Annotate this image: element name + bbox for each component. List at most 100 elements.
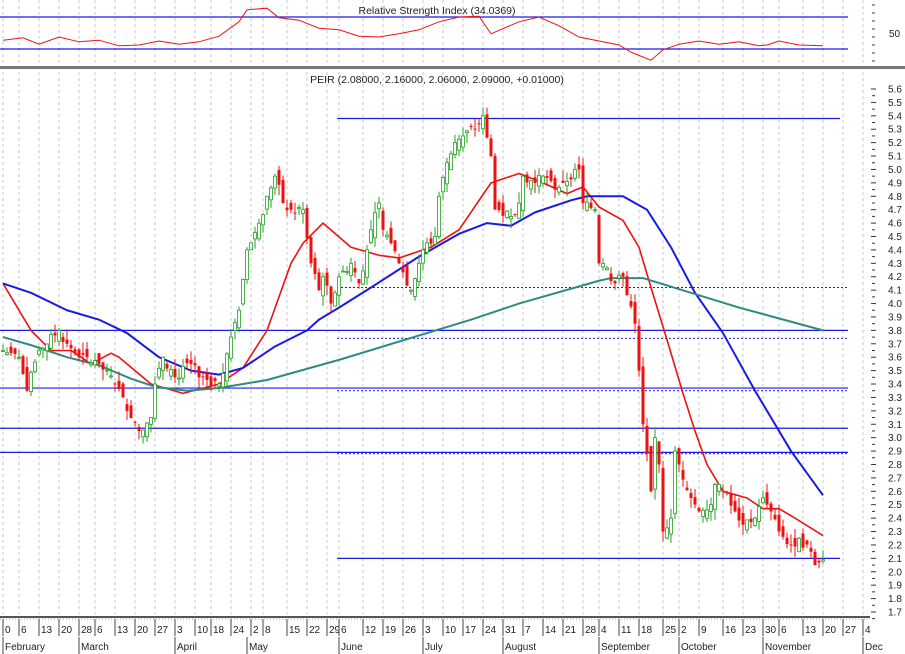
candle-body bbox=[545, 176, 549, 178]
candle-body bbox=[17, 356, 21, 359]
candle-body bbox=[445, 162, 449, 185]
candle-body bbox=[305, 207, 309, 239]
candle-body bbox=[281, 179, 285, 203]
candle-body bbox=[293, 212, 297, 214]
candle-body bbox=[373, 212, 377, 239]
candle-body bbox=[629, 301, 633, 307]
candle-body bbox=[113, 383, 117, 385]
candle-body bbox=[25, 367, 29, 391]
candle-body bbox=[401, 267, 405, 273]
candle-body bbox=[617, 274, 621, 279]
candle-body bbox=[45, 343, 49, 352]
candle-body bbox=[357, 279, 361, 284]
candle-body bbox=[533, 177, 537, 183]
date-tick-label: 27 bbox=[157, 625, 169, 636]
candle-body bbox=[769, 503, 773, 512]
date-tick-label: 23 bbox=[745, 625, 757, 636]
date-tick-label: 2 bbox=[681, 625, 687, 636]
candle-body bbox=[341, 270, 345, 273]
candle-body bbox=[365, 249, 369, 278]
date-tick-label: 3 bbox=[177, 625, 183, 636]
date-tick-label: 4 bbox=[865, 625, 871, 636]
candle-body bbox=[385, 234, 389, 238]
candle-body bbox=[649, 446, 653, 492]
price-tick-label: 2.4 bbox=[888, 514, 902, 525]
candle-body bbox=[213, 378, 217, 381]
candle-body bbox=[745, 519, 749, 531]
price-tick-label: 2.9 bbox=[888, 447, 902, 458]
candle-body bbox=[73, 349, 77, 354]
candle-body bbox=[641, 366, 645, 425]
candle-body bbox=[413, 278, 417, 297]
candle-body bbox=[273, 175, 277, 189]
rsi-title: Relative Strength Index (34.0369) bbox=[358, 5, 515, 17]
candle-body bbox=[29, 372, 33, 393]
candle-body bbox=[541, 175, 545, 184]
candle-body bbox=[41, 347, 45, 351]
candle-body bbox=[189, 359, 193, 364]
candle-body bbox=[581, 165, 585, 203]
candle-body bbox=[593, 209, 597, 212]
candle-body bbox=[313, 258, 317, 275]
price-tick-label: 5.6 bbox=[888, 85, 902, 96]
candle-body bbox=[721, 490, 725, 492]
month-label: September bbox=[601, 642, 651, 653]
candle-body bbox=[53, 332, 57, 336]
candle-body bbox=[257, 222, 261, 240]
candle-body bbox=[297, 207, 301, 210]
candle-body bbox=[709, 504, 713, 512]
price-tick-label: 4.9 bbox=[888, 178, 902, 189]
date-tick-label: 22 bbox=[309, 625, 321, 636]
candle-body bbox=[157, 367, 161, 378]
candle-body bbox=[669, 517, 673, 535]
candle-body bbox=[277, 169, 281, 185]
candle-body bbox=[185, 358, 189, 364]
candle-body bbox=[793, 537, 797, 547]
candle-body bbox=[65, 339, 69, 344]
date-tick-label: 4 bbox=[601, 625, 607, 636]
month-label: Dec bbox=[865, 642, 883, 653]
candle-body bbox=[621, 273, 625, 277]
candle-body bbox=[461, 135, 465, 148]
price-tick-label: 1.9 bbox=[888, 581, 902, 592]
candle-body bbox=[289, 202, 293, 210]
candle-body bbox=[421, 249, 425, 264]
date-tick-label: 28 bbox=[81, 625, 93, 636]
candle-body bbox=[497, 201, 501, 211]
price-tick-label: 4.5 bbox=[888, 232, 902, 243]
candle-body bbox=[225, 353, 229, 382]
candle-body bbox=[717, 484, 721, 492]
candle-body bbox=[553, 178, 557, 190]
candle-body bbox=[125, 404, 129, 411]
candle-body bbox=[265, 195, 269, 210]
candle-body bbox=[1, 350, 5, 352]
candle-body bbox=[13, 348, 17, 354]
candle-body bbox=[49, 333, 53, 349]
date-tick-label: 17 bbox=[465, 625, 477, 636]
price-tick-label: 4.0 bbox=[888, 299, 902, 310]
date-tick-label: 20 bbox=[61, 625, 73, 636]
candle-body bbox=[93, 360, 97, 366]
date-tick-label: 24 bbox=[485, 625, 497, 636]
candle-body bbox=[77, 349, 81, 358]
candle-body bbox=[513, 213, 517, 215]
candle-body bbox=[805, 540, 809, 545]
candle-body bbox=[253, 232, 257, 240]
month-label: March bbox=[81, 642, 109, 653]
date-tick-label: 0 bbox=[5, 625, 11, 636]
candle-body bbox=[729, 493, 733, 506]
date-tick-label: 26 bbox=[405, 625, 417, 636]
candle-body bbox=[229, 336, 233, 359]
price-tick-label: 5.3 bbox=[888, 125, 902, 136]
date-tick-label: 13 bbox=[117, 625, 129, 636]
price-tick-label: 4.2 bbox=[888, 272, 902, 283]
date-tick-label: 19 bbox=[385, 625, 397, 636]
candle-body bbox=[177, 377, 181, 380]
date-tick-label: 15 bbox=[289, 625, 301, 636]
candle-body bbox=[505, 210, 509, 218]
candle-body bbox=[773, 514, 777, 520]
price-tick-label: 2.0 bbox=[888, 567, 902, 578]
candle-body bbox=[353, 267, 357, 273]
candle-body bbox=[661, 468, 665, 532]
candle-body bbox=[89, 362, 93, 366]
